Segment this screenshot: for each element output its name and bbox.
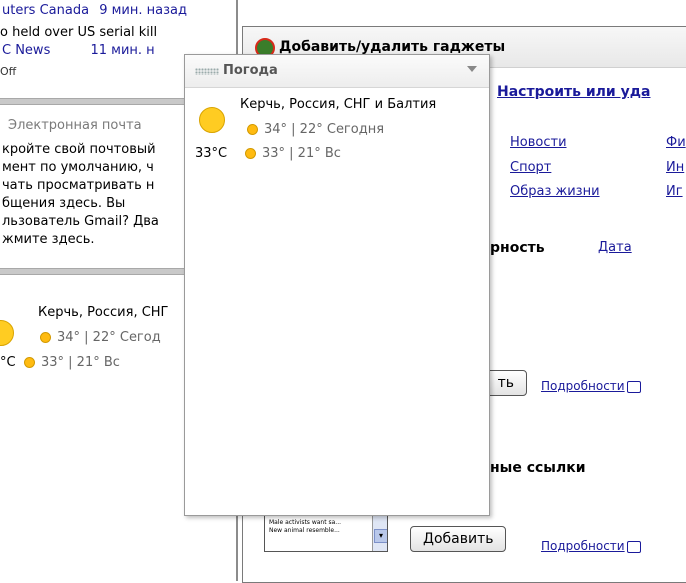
small-sun-icon [247, 124, 258, 135]
details-link-text[interactable]: Подробности [541, 539, 625, 553]
weather-today: 34° | 22° Сегодня [247, 122, 384, 137]
sort-date-link[interactable]: Дата [598, 240, 632, 255]
sort-popularity-label: рность [490, 240, 545, 256]
news-item[interactable]: uters Canada 9 мин. назад [2, 3, 187, 18]
weather-today-text: 34° | 22° Сегодня [264, 122, 385, 137]
weather-tomorrow: 33° | 21° Вс [24, 355, 120, 370]
speech-bubble-icon [626, 540, 641, 553]
weather-current-temp: 33°C [195, 146, 228, 161]
weather-location: Керчь, Россия, СНГ и Балтия [240, 97, 437, 112]
news-item[interactable]: C News 11 мин. н [2, 43, 155, 58]
email-gadget-title: Электронная почта [8, 118, 142, 133]
weather-today: 34° | 22° Сегод [40, 330, 161, 345]
thumb-line: Male activists want sa... [269, 519, 342, 526]
small-sun-icon [40, 332, 51, 343]
weather-current-temp: °C [0, 355, 16, 370]
news-headline[interactable]: o held over US serial kill [0, 25, 157, 40]
weather-location: Керчь, Россия, СНГ [38, 305, 169, 320]
details-link-2[interactable]: Подробности [541, 539, 641, 553]
small-sun-icon [24, 357, 35, 368]
sun-icon [0, 320, 14, 346]
news-headline-cut[interactable]: Off [0, 65, 16, 78]
news-source[interactable]: C News [2, 43, 50, 58]
thumb-line: New animal resemble... [269, 527, 340, 534]
small-sun-icon [245, 148, 256, 159]
news-source[interactable]: uters Canada [2, 3, 89, 18]
weather-popup-title: Погода [223, 63, 278, 78]
weather-popup-header[interactable]: Погода [185, 55, 489, 88]
dropdown-arrow-icon[interactable] [467, 66, 477, 72]
category-sport[interactable]: Спорт [510, 160, 551, 175]
news-time: 9 мин. назад [99, 3, 187, 18]
add-button[interactable]: Добавить [410, 526, 507, 552]
weather-tomorrow: 33° | 21° Вс [245, 146, 341, 161]
speech-bubble-icon [626, 380, 641, 393]
drag-grip-icon[interactable] [195, 68, 219, 75]
customize-link[interactable]: Настроить или уда [497, 84, 651, 100]
weather-today-text: 34° | 22° Сегод [57, 330, 161, 345]
category-games[interactable]: Иг [666, 184, 683, 199]
details-link-text[interactable]: Подробности [541, 379, 625, 393]
weather-gadget-popup: Погода Керчь, Россия, СНГ и Балтия 34° |… [184, 54, 490, 516]
sun-icon [199, 107, 225, 133]
section-title: ные ссылки [490, 460, 586, 476]
weather-tomorrow-text: 33° | 21° Вс [262, 146, 341, 161]
chevron-down-icon: ▾ [374, 529, 387, 543]
category-news[interactable]: Новости [510, 135, 567, 150]
details-link-1[interactable]: Подробности [541, 379, 641, 393]
category-internet[interactable]: Ин [666, 160, 684, 175]
dialog-title: Добавить/удалить гаджеты [279, 39, 506, 55]
category-lifestyle[interactable]: Образ жизни [510, 184, 600, 199]
category-finance[interactable]: Фи [666, 135, 686, 150]
news-time: 11 мин. н [90, 43, 155, 58]
weather-tomorrow-text: 33° | 21° Вс [41, 355, 120, 370]
